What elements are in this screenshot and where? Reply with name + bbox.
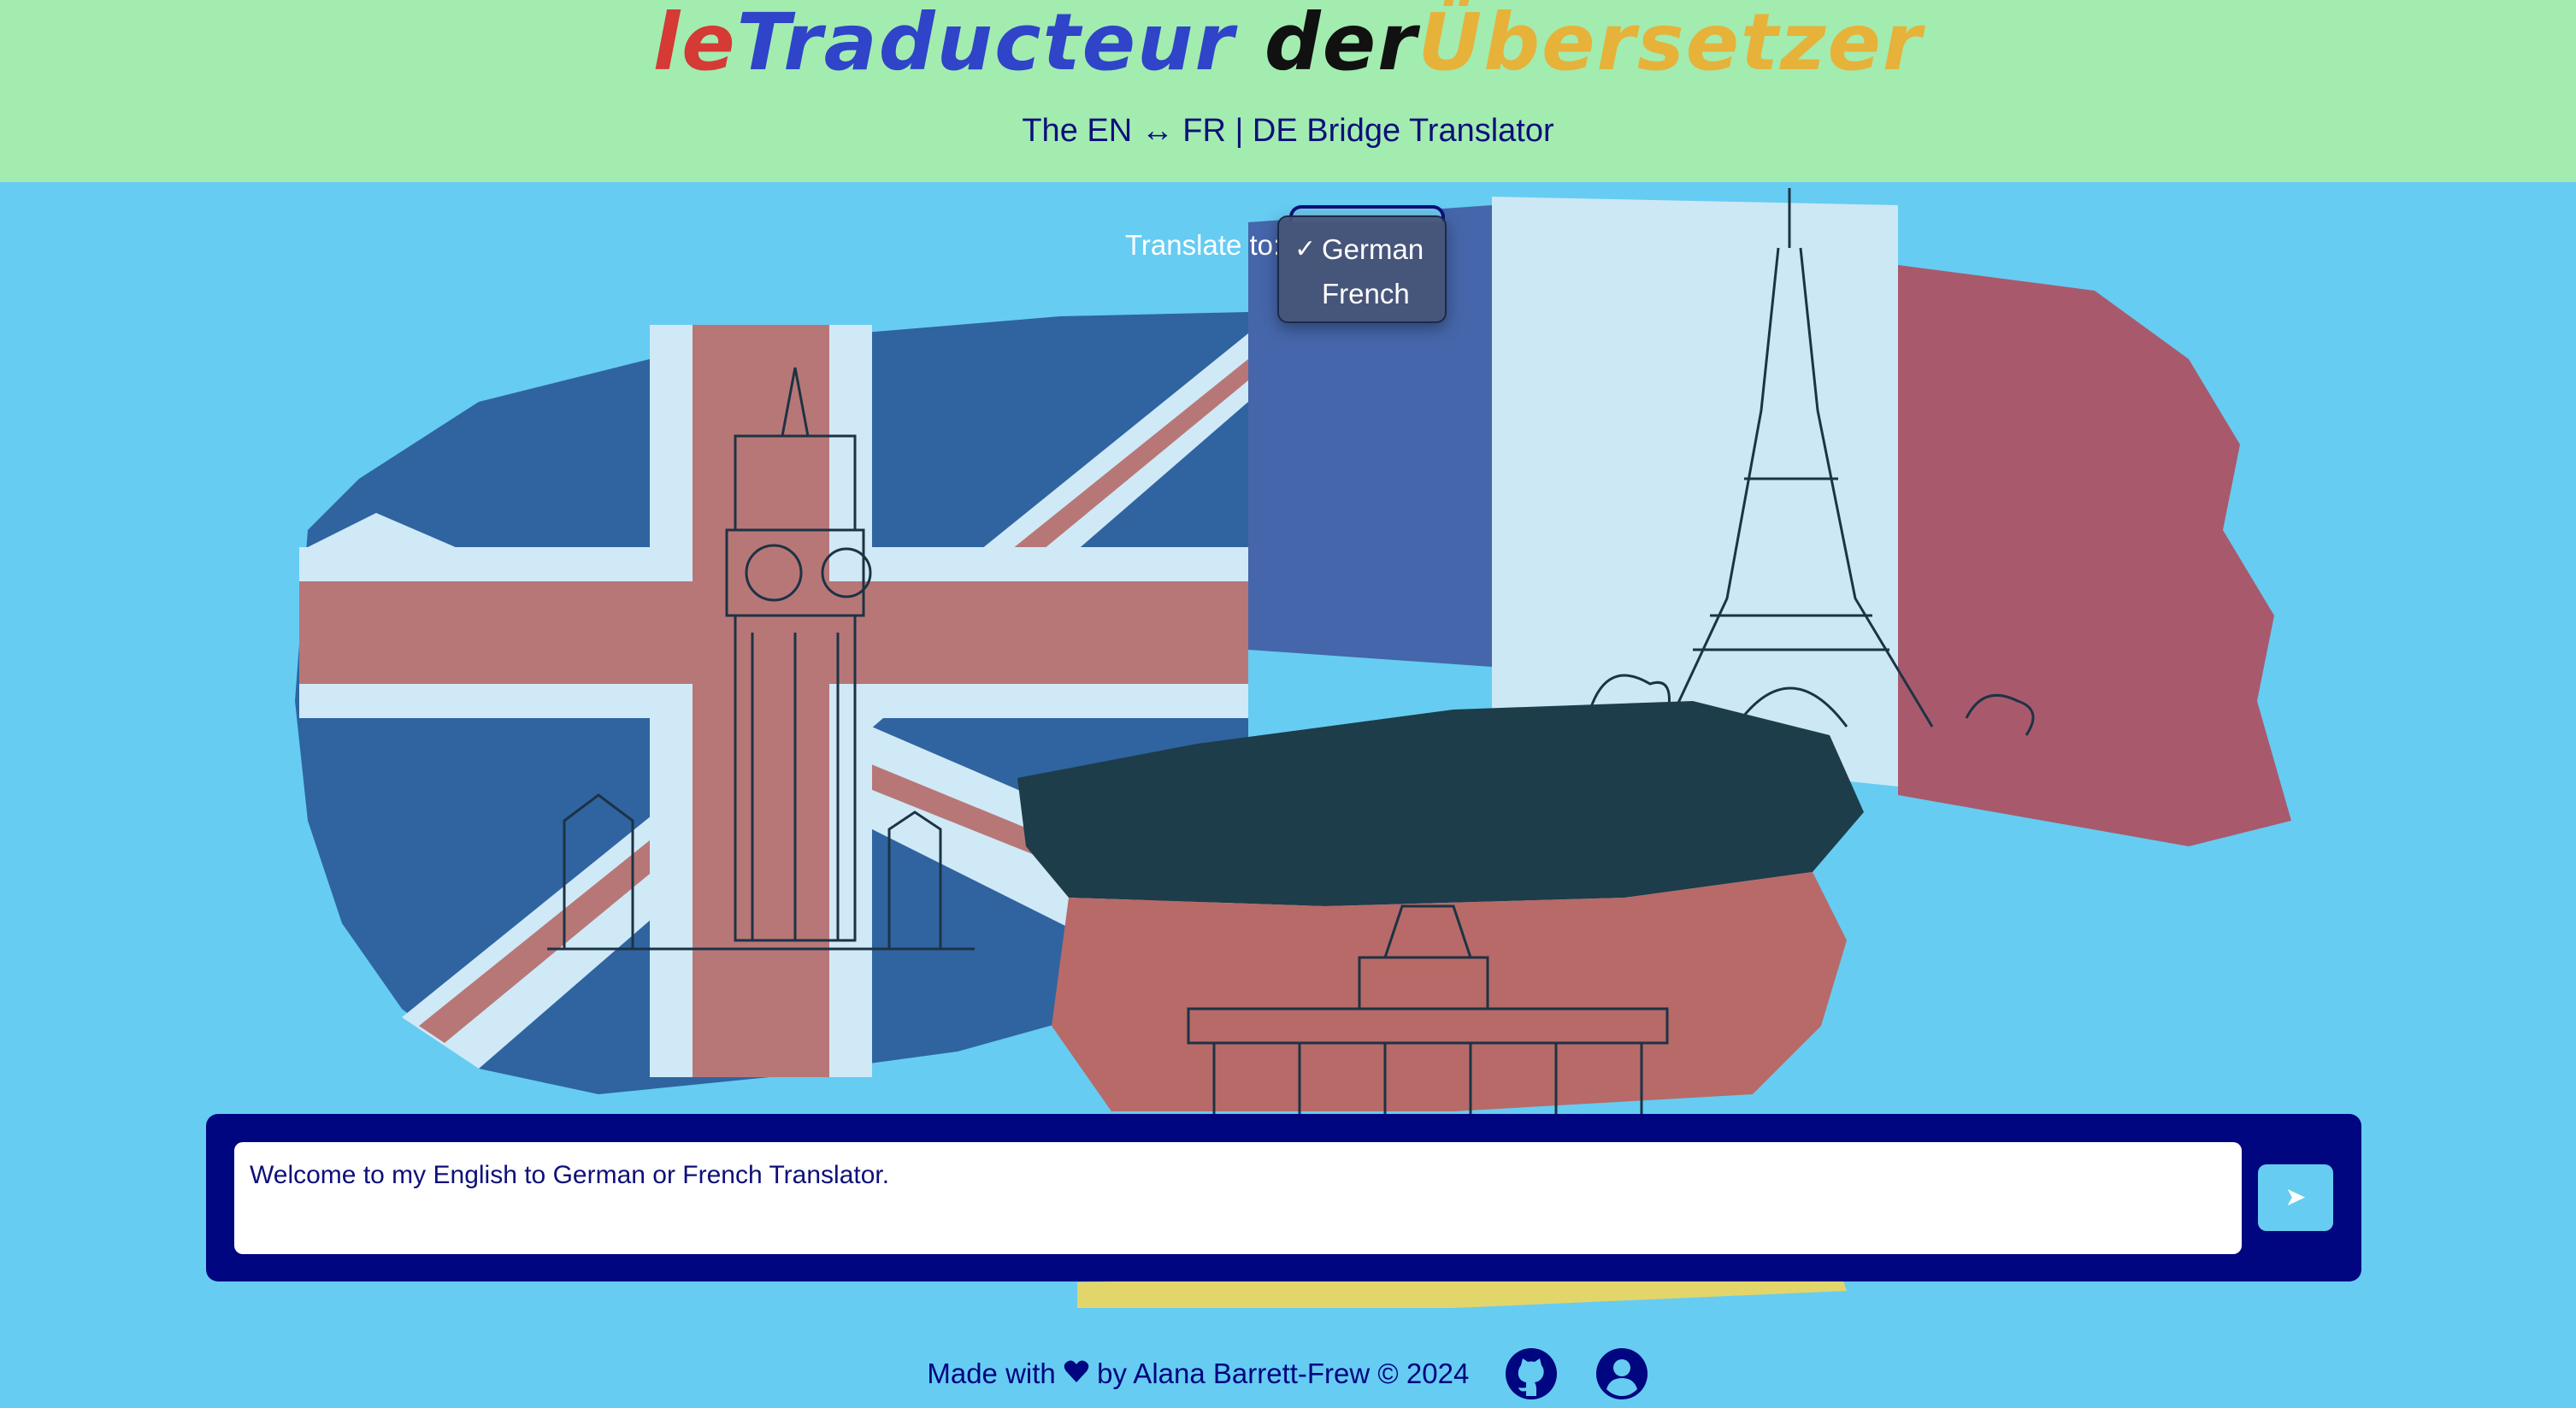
footer-made-with: Made with bbox=[927, 1358, 1056, 1390]
send-button[interactable]: ➤ bbox=[2258, 1164, 2333, 1231]
send-arrow-icon: ➤ bbox=[2284, 1183, 2307, 1211]
language-dropdown-menu[interactable]: ✓ German French bbox=[1277, 215, 1447, 323]
github-icon[interactable] bbox=[1504, 1346, 1559, 1401]
checkmark-icon: ✓ bbox=[1294, 235, 1317, 263]
heart-icon bbox=[1064, 1344, 1089, 1404]
language-option-german[interactable]: ✓ German bbox=[1279, 227, 1445, 272]
language-option-label: German bbox=[1322, 233, 1424, 265]
translate-to-label: Translate to: bbox=[1125, 229, 1282, 261]
footer-byline: by Alana Barrett-Frew © 2024 bbox=[1097, 1358, 1470, 1390]
translation-text-input[interactable]: Welcome to my English to German or Frenc… bbox=[234, 1142, 2242, 1254]
footer: Made with by Alana Barrett-Frew © 2024 bbox=[0, 1342, 2576, 1402]
translator-input-panel: Welcome to my English to German or Frenc… bbox=[206, 1114, 2361, 1281]
language-option-label: French bbox=[1322, 278, 1410, 309]
language-option-french[interactable]: French bbox=[1279, 272, 1445, 316]
user-profile-icon[interactable] bbox=[1595, 1346, 1649, 1401]
